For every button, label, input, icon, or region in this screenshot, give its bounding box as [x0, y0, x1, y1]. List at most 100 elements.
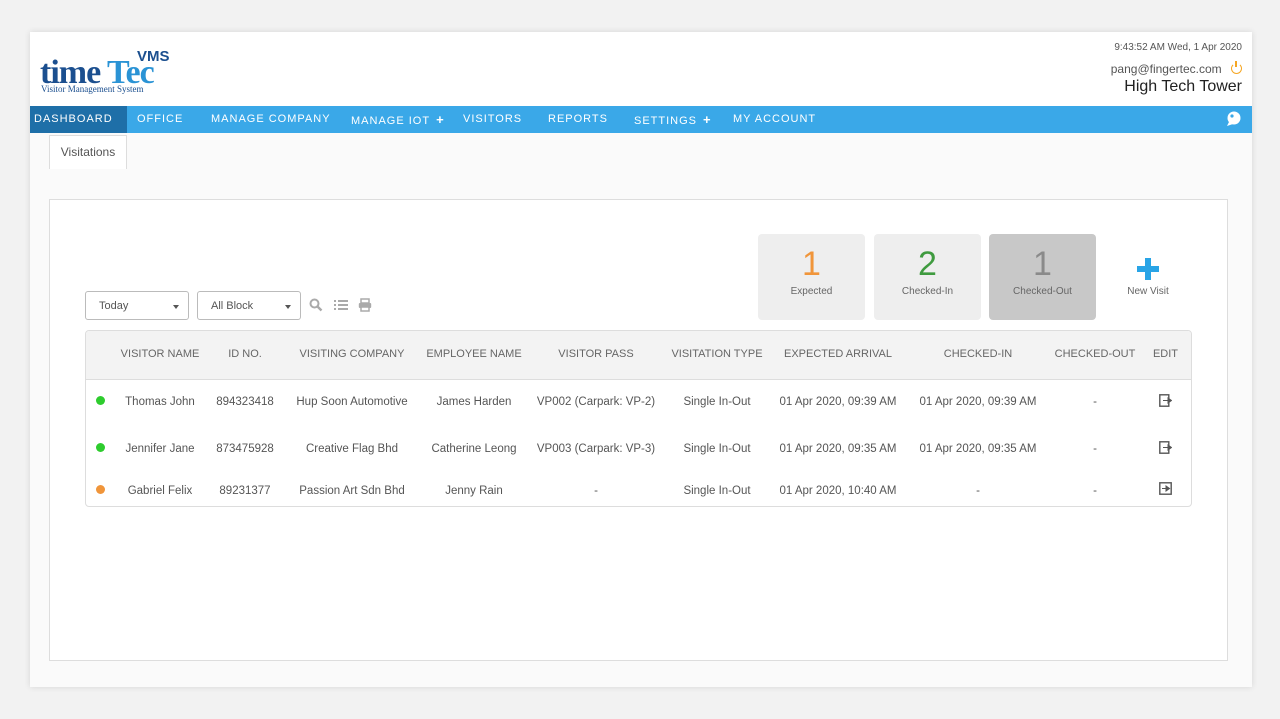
visitation-type-cell: Single In-Out: [683, 396, 751, 409]
print-icon[interactable]: [358, 298, 372, 312]
company-cell: Passion Art Sdn Bhd: [299, 484, 405, 497]
visitor-name-cell: Jennifer Jane: [125, 443, 195, 455]
expected-count-card[interactable]: 1 Expected: [758, 234, 865, 320]
visitor-name-cell: Thomas John: [125, 396, 195, 409]
table-row[interactable]: Thomas John 894323418 Hup Soon Automotiv…: [86, 379, 1191, 426]
user-line: pang@fingertec.com: [1110, 61, 1242, 78]
nav-label: MANAGE COMPANY: [211, 113, 331, 125]
checked-out-cell: -: [1093, 443, 1097, 455]
checked-out-count-card[interactable]: 1 Checked-Out: [989, 234, 1096, 320]
nav-label: REPORTS: [548, 113, 608, 125]
column-header[interactable]: VISITING COMPANY: [284, 331, 420, 380]
chat-bubble-icon[interactable]: [1226, 111, 1242, 127]
column-header[interactable]: EMPLOYEE NAME: [420, 331, 528, 380]
column-header[interactable]: VISITATION TYPE: [664, 331, 770, 380]
main-nav: DASHBOARD OFFICE MANAGE COMPANY MANAGE I…: [30, 106, 1252, 133]
company-cell: Hup Soon Automotive: [296, 396, 408, 409]
status-dot-expected: [95, 484, 105, 494]
table-header-row: VISITOR NAME ID NO. VISITING COMPANY EMP…: [86, 331, 1191, 380]
checked-in-count-card[interactable]: 2 Checked-In: [874, 234, 981, 320]
visitor-pass-cell: -: [594, 484, 598, 497]
checked-in-label: Checked-In: [901, 286, 954, 297]
status-column-header: [86, 331, 114, 380]
checked-out-cell: -: [1093, 484, 1097, 497]
nav-item-reports[interactable]: REPORTS: [548, 106, 608, 133]
table-row[interactable]: Jennifer Jane 873475928 Creative Flag Bh…: [86, 426, 1191, 473]
expected-arrival-cell: 01 Apr 2020, 10:40 AM: [779, 484, 897, 497]
id-no-cell: 873475928: [216, 443, 274, 455]
plus-icon: [1137, 258, 1159, 280]
checked-in-cell: 01 Apr 2020, 09:35 AM: [919, 443, 1037, 455]
list-view-icon[interactable]: [334, 298, 348, 312]
timetec-vms-logo[interactable]: time Tec VMS Visitor Management System: [40, 42, 190, 102]
logout-power-icon[interactable]: [1231, 61, 1242, 74]
block-filter-value: All Block: [211, 300, 254, 312]
column-header[interactable]: EXPECTED ARRIVAL: [770, 331, 906, 380]
column-header[interactable]: ID NO.: [206, 331, 284, 380]
checked-in-cell: -: [976, 484, 980, 497]
nav-label: VISITORS: [463, 113, 523, 125]
column-header: EDIT: [1140, 331, 1191, 380]
column-header[interactable]: CHECKED-IN: [906, 331, 1050, 380]
visitations-table: VISITOR NAME ID NO. VISITING COMPANY EMP…: [85, 330, 1192, 507]
search-icon[interactable]: [309, 298, 323, 312]
logo-vms-text: VMS: [137, 48, 170, 65]
nav-label: OFFICE: [137, 113, 184, 125]
tab-visitations[interactable]: Visitations: [49, 135, 127, 169]
header-user-info: 9:43:52 AM Wed, 1 Apr 2020 pang@fingerte…: [1111, 42, 1242, 96]
nav-item-my-account[interactable]: MY ACCOUNT: [733, 106, 816, 133]
date-filter-value: Today: [99, 300, 129, 312]
edit-icon[interactable]: [1159, 393, 1172, 407]
new-visit-label: New Visit: [1127, 286, 1169, 297]
checked-in-cell: 01 Apr 2020, 09:39 AM: [919, 396, 1037, 409]
user-email: pang@fingertec.com: [1110, 62, 1222, 76]
expected-count: 1: [802, 245, 821, 283]
chevron-down-icon: [285, 305, 291, 309]
nav-label: SETTINGS: [634, 115, 698, 127]
new-visit-button[interactable]: New Visit: [1123, 258, 1173, 297]
site-name: High Tech Tower: [1124, 78, 1242, 95]
column-header[interactable]: VISITOR NAME: [114, 331, 206, 380]
employee-cell: Catherine Leong: [431, 443, 517, 455]
company-cell: Creative Flag Bhd: [305, 443, 399, 455]
nav-item-dashboard[interactable]: DASHBOARD: [30, 106, 127, 133]
table-row[interactable]: Gabriel Felix 89231377 Passion Art Sdn B…: [86, 473, 1191, 506]
expand-plus-icon: +: [703, 112, 712, 127]
nav-label: DASHBOARD: [34, 113, 113, 125]
nav-label: MANAGE IOT: [351, 115, 431, 127]
id-no-cell: 89231377: [219, 484, 271, 497]
chevron-down-icon: [173, 305, 179, 309]
expand-plus-icon: +: [436, 112, 445, 127]
employee-cell: James Harden: [436, 396, 512, 409]
date-filter-select[interactable]: Today: [85, 291, 189, 320]
edit-icon[interactable]: [1159, 440, 1172, 454]
current-datetime: 9:43:52 AM Wed, 1 Apr 2020: [1114, 42, 1242, 53]
header: time Tec VMS Visitor Management System 9…: [30, 32, 1252, 106]
block-filter-select[interactable]: All Block: [197, 291, 301, 320]
visitations-panel: 1 Expected 2 Checked-In 1 Checked-Out Ne…: [49, 199, 1228, 661]
check-in-icon[interactable]: [1159, 482, 1172, 495]
id-no-cell: 894323418: [216, 396, 274, 409]
visitor-pass-cell: VP002 (Carpark: VP-2): [536, 396, 656, 409]
nav-label: MY ACCOUNT: [733, 113, 817, 125]
column-header[interactable]: CHECKED-OUT: [1050, 331, 1140, 380]
nav-item-office[interactable]: OFFICE: [137, 106, 183, 133]
expected-arrival-cell: 01 Apr 2020, 09:39 AM: [779, 396, 897, 409]
checked-out-count: 1: [1033, 245, 1052, 283]
nav-item-visitors[interactable]: VISITORS: [463, 106, 522, 133]
nav-item-settings[interactable]: SETTINGS +: [634, 106, 712, 133]
visitation-type-cell: Single In-Out: [683, 443, 751, 455]
visitor-name-cell: Gabriel Felix: [127, 484, 193, 497]
checked-out-cell: -: [1093, 396, 1097, 409]
checked-out-label: Checked-Out: [1013, 286, 1072, 297]
visitor-pass-cell: VP003 (Carpark: VP-3): [536, 443, 656, 455]
checked-in-count: 2: [918, 245, 937, 283]
employee-cell: Jenny Rain: [445, 484, 503, 497]
nav-item-manage-iot[interactable]: MANAGE IOT +: [351, 106, 445, 133]
status-dot-checked-in: [95, 396, 105, 406]
logo-subtitle: Visitor Management System: [41, 84, 144, 94]
column-header[interactable]: VISITOR PASS: [528, 331, 664, 380]
tab-label: Visitations: [60, 145, 116, 159]
expected-label: Expected: [790, 286, 833, 297]
nav-item-manage-company[interactable]: MANAGE COMPANY: [211, 106, 331, 133]
